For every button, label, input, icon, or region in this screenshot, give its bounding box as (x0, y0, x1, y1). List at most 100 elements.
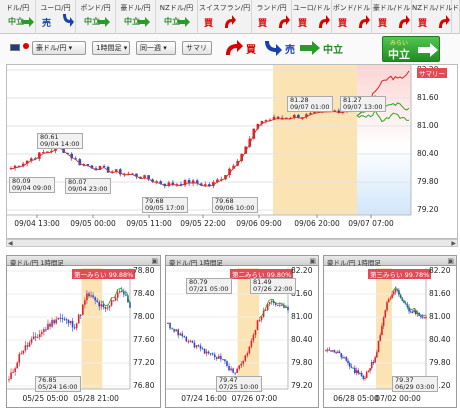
candle-body (236, 368, 238, 374)
currency-tab-label: NZドル/円 (159, 4, 194, 12)
price-annotation: 81.28 09/07 01:00 (287, 96, 333, 112)
currency-tab-8[interactable]: ポンド/ドル買 (332, 0, 372, 34)
currency-tab-4[interactable]: NZドル/円 中立 (156, 0, 198, 34)
similar-pattern-panel-3[interactable]: 豪ドル/円 1時間足 ▣ 第三みらい 99.78% 82.20 81.60 81.00 80… (323, 255, 457, 408)
scroll-right-icon[interactable]: ▶ (451, 240, 456, 247)
candle-body (421, 316, 424, 318)
annotation-time: 09/04 23:00 (68, 185, 108, 193)
candle-body (199, 345, 202, 349)
currency-tab-label: ポンド/ドル (332, 4, 371, 12)
candle-body (340, 353, 343, 358)
candle-body (38, 334, 41, 338)
currency-tab-2[interactable]: ポンド/円 中立 (76, 0, 116, 34)
y-tick-label: 78.00 (133, 312, 155, 321)
candle-body (205, 351, 208, 354)
pair-select[interactable]: 豪ドル/円 ▾ (32, 41, 86, 55)
price-annotation: 80.79 07/21 05:00 (186, 278, 232, 294)
candle-body (350, 366, 353, 368)
candle-body (228, 366, 230, 371)
currency-tab-11[interactable]: ドル/中 (452, 0, 460, 34)
candle-body (360, 373, 363, 376)
candle-body (34, 336, 37, 338)
neutral-arrow-icon (300, 41, 320, 55)
candle-body (112, 300, 115, 302)
candle-body (342, 357, 344, 359)
price-annotation: 76.85 05/24 16:00 (35, 376, 81, 392)
summary-button[interactable]: サマリ (182, 41, 212, 55)
candle-body (218, 355, 220, 359)
candle-body (423, 317, 426, 319)
price-annotation: 79.68 09/06 10:00 (212, 197, 258, 213)
currency-tab-signal: 買 (338, 19, 348, 29)
period-select[interactable]: 同一週 ▾ (136, 41, 176, 55)
price-annotation: 79.68 09/05 17:00 (142, 197, 188, 213)
currency-tab-label: 豪ドル/ドル (372, 4, 411, 12)
scroll-left-icon[interactable]: ◀ (8, 240, 13, 247)
candle-body (234, 372, 236, 374)
candle-body (394, 289, 397, 293)
candle-body (409, 311, 412, 313)
similar-pattern-panel-1[interactable]: 豪ドル/円 1時間足 ▣ 第一みらい 99.88% 78.80 78.40 78.00 77… (6, 255, 161, 408)
sell-arrow-icon (63, 14, 74, 27)
currency-tab-6[interactable]: ランド/円買 (252, 0, 292, 34)
currency-tab-7[interactable]: ユーロ/ドル買 (292, 0, 332, 34)
x-tick-label: 09/06 20:00 (294, 219, 340, 228)
candle-body (179, 333, 182, 336)
candle-body (69, 320, 72, 324)
candle-body (10, 372, 12, 380)
candle-body (110, 300, 113, 306)
y-tick-label: 81.60 (417, 93, 439, 102)
candle-body (387, 299, 390, 303)
candle-body (220, 355, 222, 360)
similar-pattern-panel-2[interactable]: 豪ドル/円 1時間足 ▣ 第二みらい 99.80% 82.20 81.60 81.00 80… (165, 255, 319, 408)
currency-tab-1[interactable]: ユーロ/円売 (36, 0, 76, 34)
candle-body (279, 304, 281, 306)
candle-body (370, 361, 373, 369)
currency-tab-0[interactable]: ドル/円 中立 (0, 0, 36, 34)
candle-body (392, 292, 395, 295)
interval-select[interactable]: 1時間足 ▾ (92, 41, 130, 55)
x-tick-label: 05/28 21:00 (73, 394, 119, 403)
chart-scrollbar[interactable]: ◀ ▶ (6, 239, 458, 247)
candle-body (167, 323, 169, 325)
y-tick-label: 79.20 (291, 381, 313, 390)
x-tick-label: 05/25 05:00 (22, 394, 69, 403)
candle-body (232, 368, 234, 373)
chart-toolbar: 豪ドル/円 ▾ 1時間足 ▾ 同一週 ▾ サマリ 買 売 中立 みらい 中立 (0, 34, 460, 64)
candle-body (376, 352, 378, 358)
currency-tab-10[interactable]: NZドル/ドル買 (412, 0, 452, 34)
candle-body (185, 337, 188, 342)
x-tick-label: 09/05 11:00 (126, 219, 172, 228)
x-tick-label: 06/28 05:00 (333, 394, 379, 403)
candle-body (326, 349, 329, 351)
y-tick-label: 81.00 (417, 121, 439, 130)
y-tick-label: 77.20 (133, 358, 155, 367)
candle-body (325, 349, 327, 351)
legend-buy-label: 買 (246, 45, 256, 56)
currency-tab-signal: 売 (42, 19, 52, 29)
candle-body (102, 304, 105, 308)
y-tick-label: 82.20 (291, 266, 313, 275)
candle-body (201, 348, 204, 350)
price-annotation: 80.09 09/04 09:00 (9, 177, 55, 193)
currency-tab-3[interactable]: 豪ドル/円 中立 (116, 0, 156, 34)
buy-arrow-icon (226, 40, 243, 55)
currency-tab-5[interactable]: スイスフラン/円買 (198, 0, 252, 34)
currency-tab-signal: 買 (378, 19, 388, 29)
candle-body (118, 291, 121, 293)
main-chart[interactable]: 82.2081.6081.0080.4079.8079.20 09/04 13:… (6, 64, 458, 239)
annotation-time: 09/04 14:00 (40, 140, 80, 148)
price-annotation: 81.27 09/07 13:00 (340, 96, 386, 112)
currency-tab-label: ポンド/円 (80, 4, 111, 12)
currency-tab-9[interactable]: 豪ドル/ドル買 (372, 0, 412, 34)
currency-tab-label: スイスフラン/円 (198, 4, 251, 12)
candle-body (222, 359, 224, 361)
candle-body (381, 325, 383, 336)
candle-body (372, 361, 375, 363)
candle-body (420, 315, 422, 317)
candle-body (242, 360, 245, 364)
neutral-arrow-icon (138, 17, 150, 27)
annotation-time: 09/07 13:00 (343, 103, 383, 111)
annotation-time: 07/21 05:00 (189, 285, 229, 293)
currency-tab-bar: ドル/円 中立 ユーロ/円売ポンド/円 中立 豪ドル/円 中立 NZドル/円 中立 スイスフラン… (0, 0, 460, 34)
